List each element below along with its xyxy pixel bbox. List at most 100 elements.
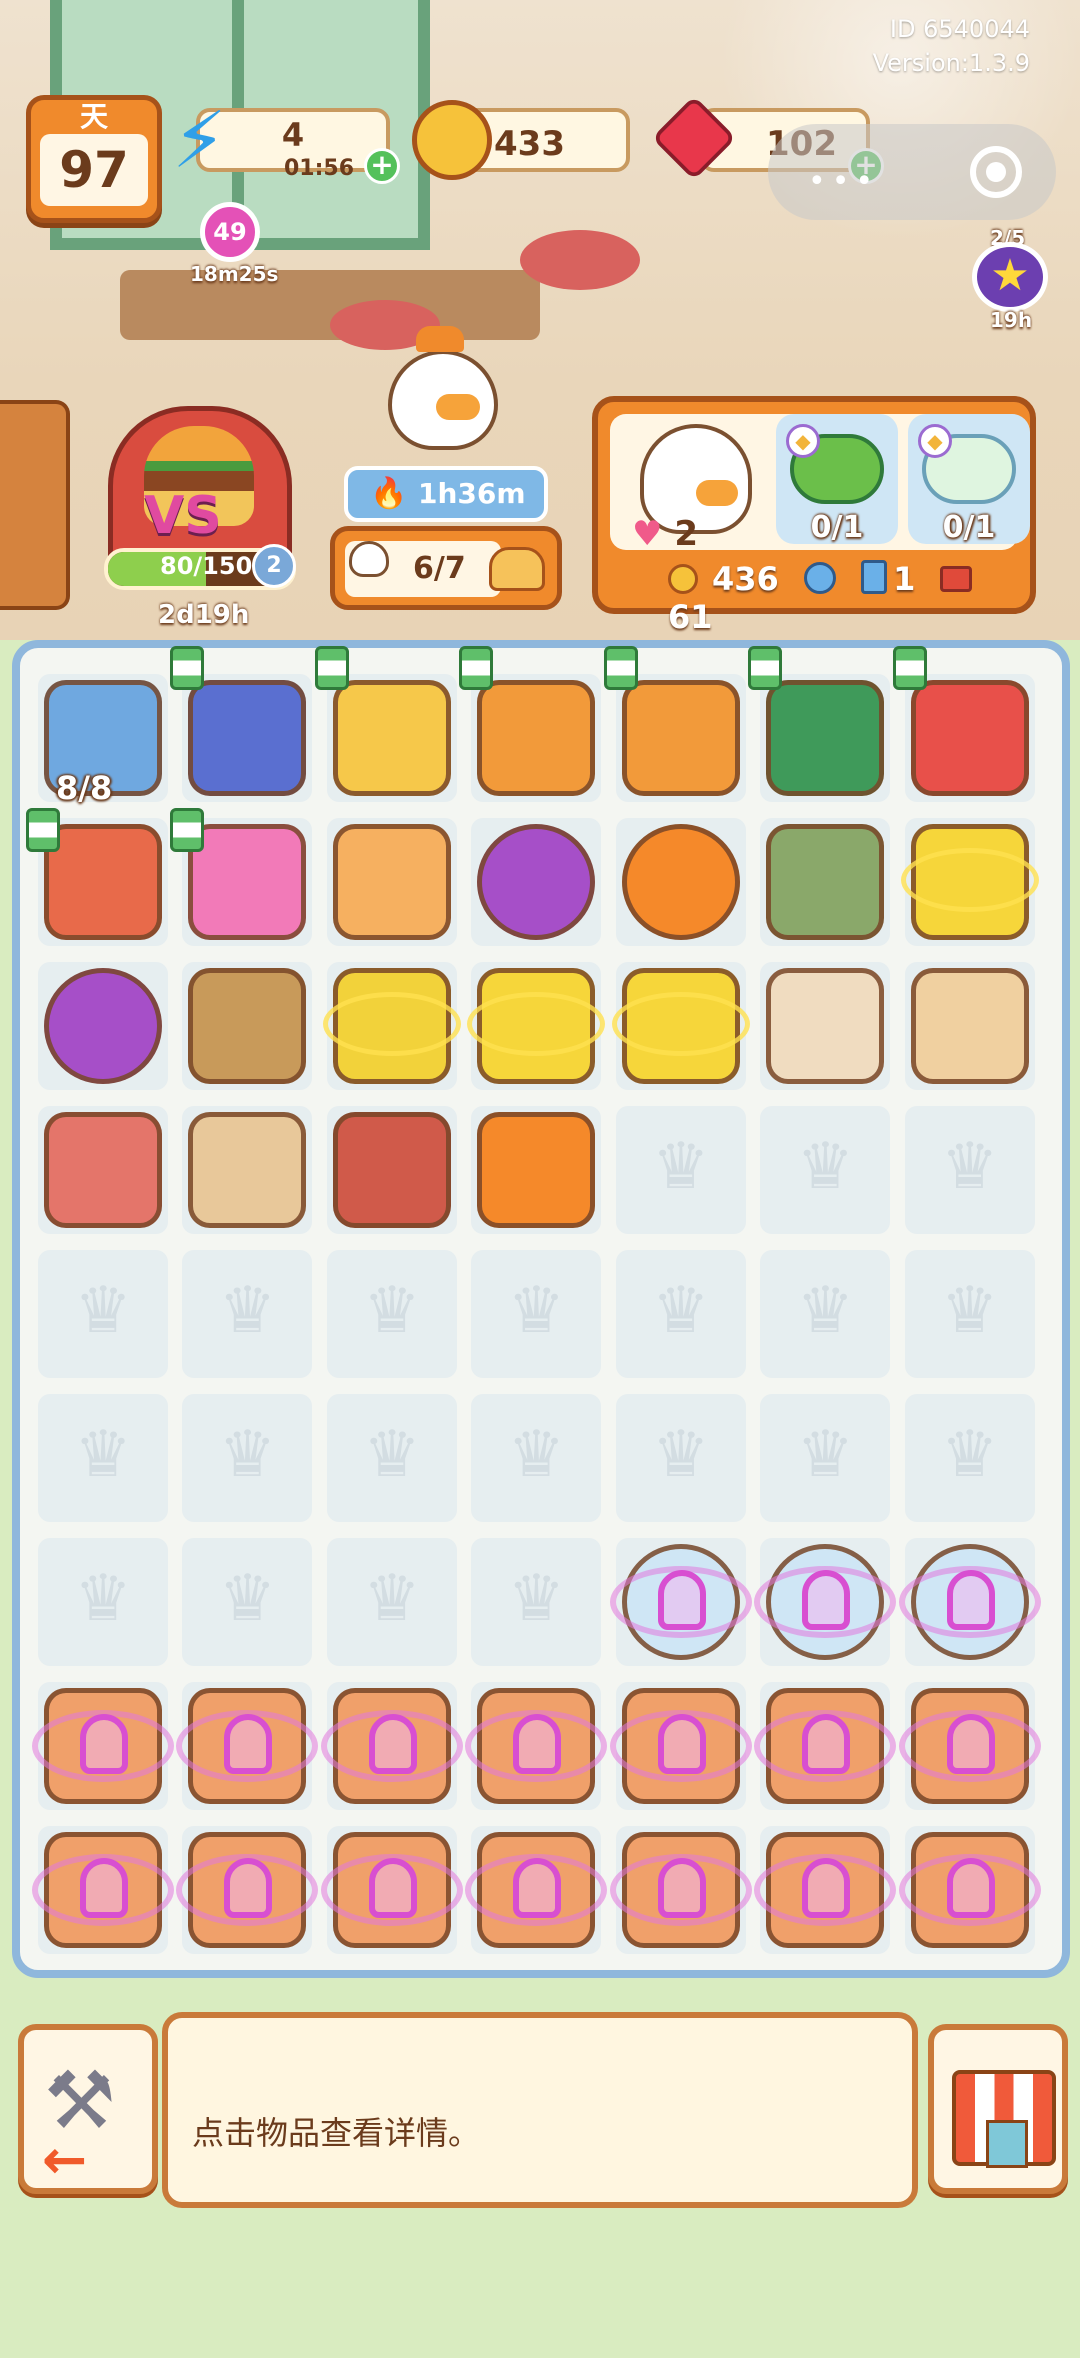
board-cell[interactable]	[465, 1682, 608, 1810]
board-cell[interactable]	[467, 962, 606, 1090]
board-cell[interactable]: ♛	[326, 1394, 457, 1522]
board-cell[interactable]	[170, 808, 313, 946]
board-cell[interactable]: ♛	[182, 1394, 313, 1522]
coin-icon	[412, 100, 492, 180]
board-cell[interactable]	[760, 962, 891, 1090]
board-cell[interactable]	[904, 962, 1035, 1090]
board-cell[interactable]	[322, 962, 461, 1090]
board-cell[interactable]	[615, 818, 746, 946]
board-cell[interactable]	[754, 1682, 897, 1810]
board-cell[interactable]	[471, 818, 602, 946]
board-cell[interactable]: ♛	[471, 1250, 602, 1378]
side-menu-board[interactable]	[0, 400, 70, 610]
chef-staff-panel[interactable]: 6/7	[330, 526, 562, 610]
board-cell[interactable]	[32, 1826, 174, 1954]
board-cell[interactable]	[898, 1826, 1041, 1954]
board-cell[interactable]: ♛	[615, 1394, 746, 1522]
add-energy-button[interactable]: +	[364, 148, 400, 184]
board-cell[interactable]	[609, 1826, 752, 1954]
board-cell[interactable]	[314, 646, 457, 802]
coffee-mug-icon	[910, 968, 1029, 1084]
event-badge[interactable]: 49	[200, 202, 260, 262]
back-arrow-icon: ←	[42, 2128, 88, 2191]
day-label: 天	[79, 100, 108, 133]
chef-hat-placeholder-icon: ♛	[652, 1130, 710, 1204]
close-target-icon[interactable]	[970, 146, 1022, 198]
board-cell[interactable]	[176, 1682, 319, 1810]
board-cell[interactable]	[176, 1826, 319, 1954]
star-reward-icon[interactable]: ★	[972, 242, 1048, 312]
board-cell[interactable]	[609, 1538, 752, 1666]
board-cell[interactable]: ♛	[615, 1250, 746, 1378]
board-cell[interactable]	[754, 1826, 897, 1954]
board-cell[interactable]: ♛	[471, 1394, 602, 1522]
sell-hammer-button[interactable]: ⚒ ←	[18, 2024, 158, 2194]
order-item-broccoli[interactable]: ◆ 0/1	[776, 414, 898, 545]
board-cell[interactable]	[182, 962, 313, 1090]
oven-grill-icon	[188, 680, 307, 796]
board-cell[interactable]: ♛	[904, 1106, 1035, 1234]
board-cell[interactable]: ♛	[38, 1250, 168, 1378]
shop-button[interactable]	[928, 2024, 1068, 2194]
fish-icon	[766, 824, 885, 940]
mini-program-capsule[interactable]: •••	[768, 124, 1056, 220]
board-cell[interactable]	[32, 1682, 174, 1810]
board-cell[interactable]	[320, 1682, 463, 1810]
board-cell[interactable]	[898, 1682, 1041, 1810]
board-cell[interactable]: ♛	[471, 1538, 602, 1666]
board-cell[interactable]	[182, 1106, 313, 1234]
chef-hat-placeholder-icon: ♛	[796, 1274, 854, 1348]
lock-icon	[946, 1858, 995, 1918]
lock-icon	[802, 1570, 851, 1630]
board-cell[interactable]: ♛	[182, 1250, 313, 1378]
board-cell[interactable]: ♛	[182, 1538, 313, 1666]
board-cell[interactable]	[320, 1826, 463, 1954]
cook-timer-value: 1h36m	[418, 477, 526, 510]
burger-vs-event[interactable]: VS 80/150 2	[104, 406, 296, 606]
lock-icon	[368, 1858, 417, 1918]
lock-icon	[657, 1570, 706, 1630]
board-cell[interactable]	[754, 1538, 897, 1666]
board-cell[interactable]	[892, 646, 1035, 802]
customer-order-board[interactable]: ♥ 2 ◆ 0/1 ◆ 0/1 436 1 61	[592, 396, 1036, 636]
board-cell[interactable]	[326, 1106, 457, 1234]
board-cell[interactable]	[900, 818, 1039, 946]
board-cell[interactable]	[898, 1538, 1041, 1666]
lock-icon	[80, 1714, 128, 1774]
board-cell[interactable]: ♛	[326, 1250, 457, 1378]
lock-icon	[224, 1858, 273, 1918]
board-cell[interactable]	[459, 646, 602, 802]
board-cell[interactable]: ♛	[760, 1394, 891, 1522]
board-cell[interactable]	[170, 646, 313, 802]
star-timer: 19h	[990, 308, 1033, 332]
board-cell[interactable]	[748, 646, 891, 802]
board-cell[interactable]	[465, 1826, 608, 1954]
board-cell[interactable]: ♛	[615, 1106, 746, 1234]
order-tag-icon: ◆	[918, 424, 952, 458]
board-cell[interactable]: ♛	[326, 1538, 457, 1666]
board-cell[interactable]	[609, 1682, 752, 1810]
board-cell[interactable]	[38, 1106, 168, 1234]
board-cell[interactable]: 8/8	[38, 674, 168, 807]
board-cell[interactable]: ♛	[760, 1250, 891, 1378]
chef-duck[interactable]	[370, 326, 530, 460]
burger-event-timer: 2d19h	[158, 600, 250, 630]
board-cell[interactable]	[326, 818, 457, 946]
board-cell[interactable]	[471, 1106, 602, 1234]
order-item-drink[interactable]: ◆ 0/1	[908, 414, 1030, 545]
more-dots-icon[interactable]: •••	[808, 164, 879, 199]
board-cell[interactable]	[26, 808, 168, 946]
knife-block-icon	[621, 680, 740, 796]
board-cell[interactable]	[760, 818, 891, 946]
chef-hat-placeholder-icon: ♛	[363, 1418, 421, 1492]
board-cell[interactable]: ♛	[38, 1394, 168, 1522]
board-cell[interactable]: ♛	[904, 1394, 1035, 1522]
board-cell[interactable]: ♛	[904, 1250, 1035, 1378]
latte-icon	[766, 968, 885, 1084]
board-cell[interactable]	[611, 962, 750, 1090]
board-cell[interactable]: ♛	[38, 1538, 168, 1666]
board-cell[interactable]	[38, 962, 168, 1090]
build-info: ID 6540044 Version:1.3.9	[873, 12, 1030, 80]
board-cell[interactable]	[603, 646, 746, 802]
board-cell[interactable]: ♛	[760, 1106, 891, 1234]
